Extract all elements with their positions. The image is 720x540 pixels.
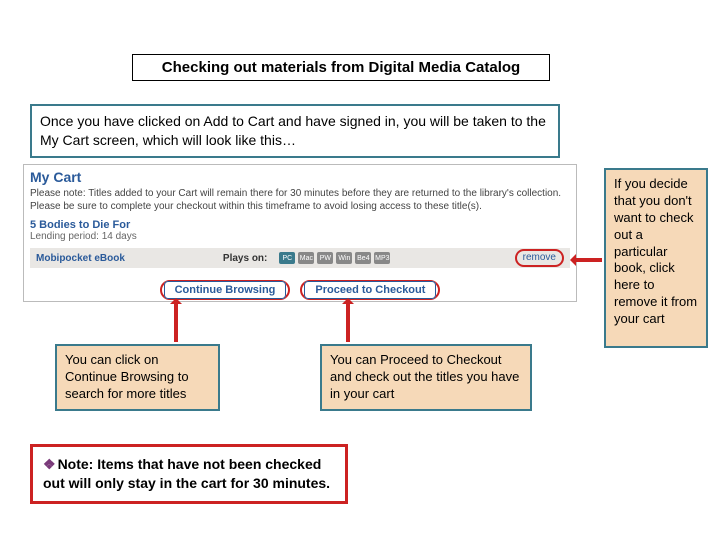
callout-continue-browsing: You can click on Continue Browsing to se… — [55, 344, 220, 411]
remove-link[interactable]: remove — [515, 249, 564, 267]
device-badges: PC Mac PW Win Be4 MP3 — [279, 252, 390, 264]
cart-heading: My Cart — [24, 165, 576, 187]
format-row: Mobipocket eBook Plays on: PC Mac PW Win… — [30, 248, 570, 268]
cart-actions: Continue Browsing Proceed to Checkout — [24, 280, 576, 300]
badge-pc: PC — [279, 252, 295, 264]
proceed-checkout-highlight: Proceed to Checkout — [300, 280, 440, 300]
cart-item-title[interactable]: 5 Bodies to Die For — [24, 213, 576, 231]
my-cart-panel: My Cart Please note: Titles added to you… — [23, 164, 577, 302]
badge-mp3: MP3 — [374, 252, 390, 264]
badge-be4: Be4 — [355, 252, 371, 264]
lending-period: Lending period: 14 days — [24, 231, 576, 246]
page-title: Checking out materials from Digital Medi… — [132, 54, 550, 81]
badge-pw: PW — [317, 252, 333, 264]
arrow-remove-icon — [572, 258, 602, 262]
arrow-continue-icon — [174, 300, 178, 342]
arrow-proceed-icon — [346, 300, 350, 342]
note-box: ❖Note: Items that have not been checked … — [30, 444, 348, 504]
plays-on-label: Plays on: — [223, 253, 267, 264]
proceed-checkout-button[interactable]: Proceed to Checkout — [304, 281, 436, 299]
note-lead: Note: — [58, 456, 94, 472]
callout-remove: If you decide that you don't want to che… — [604, 168, 708, 348]
badge-mac: Mac — [298, 252, 314, 264]
intro-text: Once you have clicked on Add to Cart and… — [30, 104, 560, 158]
bullet-icon: ❖ — [43, 456, 56, 472]
badge-win: Win — [336, 252, 352, 264]
cart-note: Please note: Titles added to your Cart w… — [24, 187, 576, 213]
callout-proceed-checkout: You can Proceed to Checkout and check ou… — [320, 344, 532, 411]
format-label: Mobipocket eBook — [36, 253, 125, 264]
